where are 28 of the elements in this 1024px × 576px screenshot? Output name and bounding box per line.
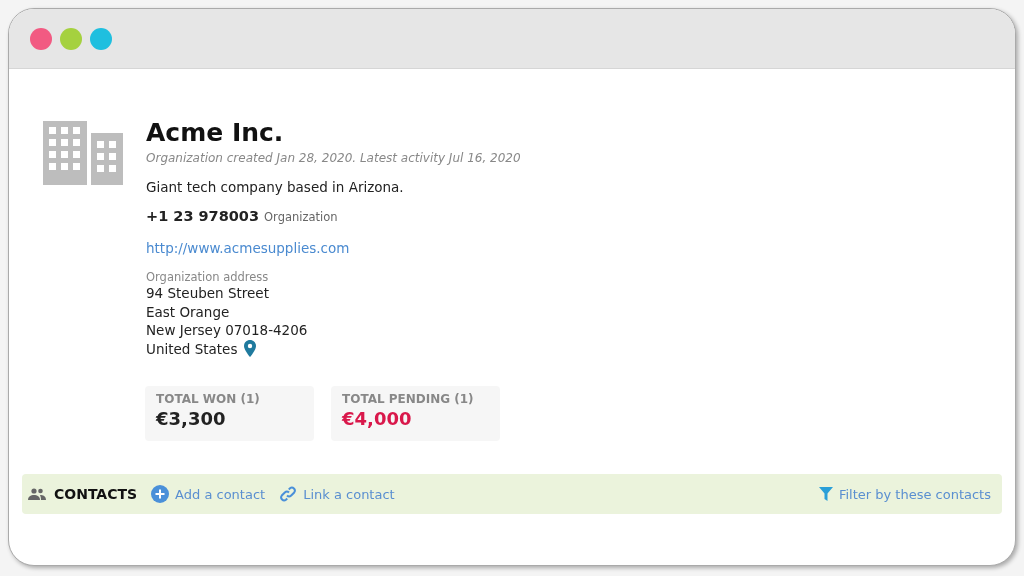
- plus-circle-icon: [151, 485, 170, 503]
- address-line: New Jersey 07018-4206: [146, 321, 309, 340]
- total-label: TOTAL PENDING (1): [342, 392, 475, 406]
- phone-type: Organization: [264, 210, 338, 224]
- filter-icon: [818, 487, 833, 501]
- website-link[interactable]: http://www.acmesupplies.com: [146, 240, 350, 256]
- filter-link[interactable]: Filter by these contacts: [818, 486, 991, 502]
- people-icon: [28, 488, 46, 500]
- total-label: TOTAL WON (1): [156, 392, 261, 406]
- map-pin-icon[interactable]: [244, 340, 257, 358]
- total-amount: €4,000: [342, 408, 413, 429]
- window-control[interactable]: [60, 27, 82, 50]
- add-contact-link[interactable]: Add a contact: [151, 485, 266, 503]
- activity-text: Organization created Jan 28, 2020. Latest activity Jul 16, 2020: [146, 151, 521, 165]
- phone-number: +1 23 978003: [146, 208, 260, 224]
- address-label: Organization address: [146, 270, 270, 284]
- window-control[interactable]: [90, 27, 112, 50]
- link-contact-link[interactable]: Link a contact: [279, 485, 395, 503]
- building-icon: [43, 121, 123, 185]
- link-icon: [279, 485, 298, 503]
- section-title: CONTACTS: [54, 486, 138, 502]
- organization-name: Acme Inc.: [146, 119, 285, 147]
- window-control[interactable]: [30, 27, 52, 50]
- address-line: United States: [146, 339, 238, 358]
- description-text: Giant tech company based in Arizona.: [146, 179, 405, 195]
- total-amount: €3,300: [156, 408, 227, 429]
- address-line: 94 Steuben Street: [146, 284, 270, 303]
- address-line: East Orange: [146, 302, 231, 321]
